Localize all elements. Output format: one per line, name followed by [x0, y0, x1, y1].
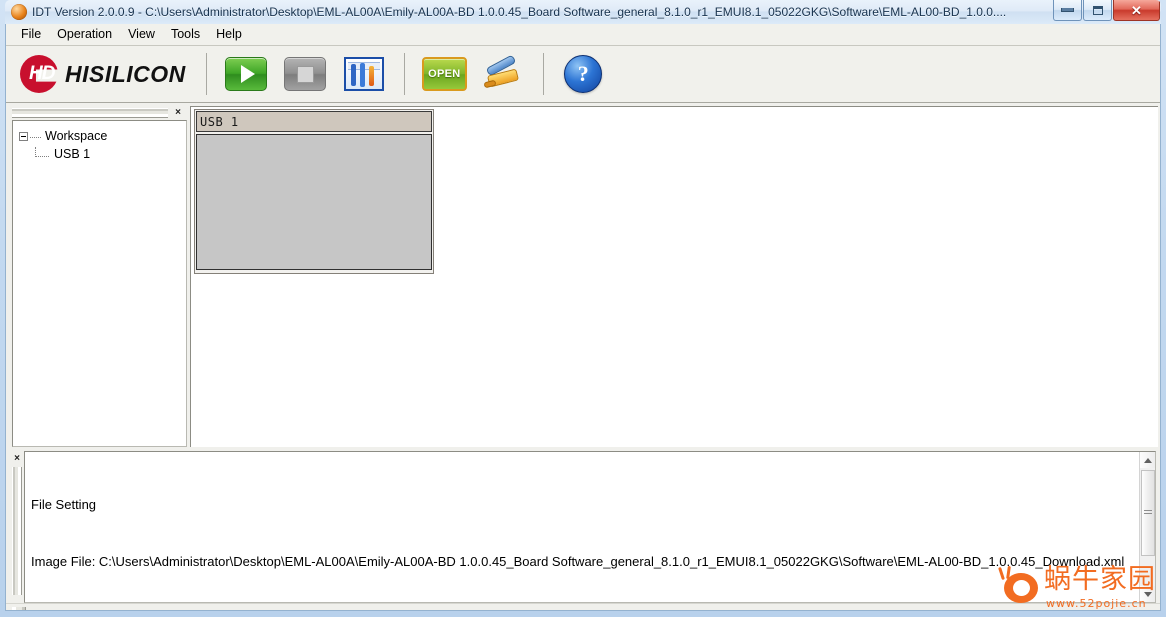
help-icon: ?: [564, 55, 603, 93]
settings-button[interactable]: [342, 55, 387, 93]
hisilicon-wordmark: HISILICON: [65, 60, 186, 87]
hisilicon-mark-icon: HD: [20, 55, 58, 93]
tree-node-workspace-label: Workspace: [45, 129, 108, 143]
menu-file[interactable]: File: [14, 25, 50, 44]
workspace-pane-grip[interactable]: [12, 108, 168, 118]
tree-connector-icon: [30, 136, 41, 138]
tool-bar: HD HISILICON OPEN ?: [6, 46, 1160, 103]
log-output[interactable]: File Setting Image File: C:\Users\Admini…: [24, 451, 1156, 603]
device-workspace: USB 1: [190, 106, 1158, 447]
status-bar-grip: [12, 607, 26, 610]
menu-help[interactable]: Help: [209, 25, 251, 44]
device-window-title: USB 1: [200, 114, 239, 129]
minimize-button[interactable]: [1053, 0, 1082, 21]
log-pane-grip[interactable]: [12, 467, 22, 595]
toolbar-separator-3: [542, 53, 544, 95]
title-bar: IDT Version 2.0.0.9 - C:\Users\Administr…: [5, 0, 1161, 24]
close-icon: ✕: [1131, 2, 1142, 18]
workspace-pane-caption: ×: [12, 106, 187, 120]
device-window-body[interactable]: [196, 134, 432, 270]
help-button[interactable]: ?: [561, 55, 606, 93]
open-button[interactable]: OPEN: [421, 55, 467, 93]
window-title: IDT Version 2.0.0.9 - C:\Users\Administr…: [32, 5, 1007, 19]
log-text: File Setting Image File: C:\Users\Admini…: [25, 452, 1135, 602]
client-area: File Operation View Tools Help HD HISILI…: [5, 24, 1161, 611]
grip-lines-icon: [1144, 510, 1152, 516]
menu-tools[interactable]: Tools: [164, 25, 209, 44]
device-window-usb1[interactable]: USB 1: [194, 109, 434, 274]
maximize-button[interactable]: [1083, 0, 1112, 21]
chevron-up-icon: [1144, 457, 1152, 463]
toolbar-separator-2: [403, 53, 405, 95]
application-window: IDT Version 2.0.0.9 - C:\Users\Administr…: [0, 0, 1166, 617]
stop-button[interactable]: [283, 55, 328, 93]
device-window-title-bar: USB 1: [196, 111, 432, 132]
toolbar-separator-1: [205, 53, 207, 95]
tree-branch-icon: [35, 146, 49, 157]
log-line-1: File Setting: [31, 497, 97, 512]
scroll-up-button[interactable]: [1140, 452, 1155, 468]
wrench-brush-icon: [483, 54, 523, 91]
menu-bar: File Operation View Tools Help: [6, 24, 1160, 46]
hisilicon-logo: HD HISILICON: [12, 55, 196, 93]
log-pane: × File Setting Image File: C:\Users\Admi…: [10, 451, 1156, 603]
menu-view[interactable]: View: [121, 25, 164, 44]
log-pane-close-icon[interactable]: ×: [14, 454, 20, 464]
main-area: × Workspace USB 1 USB 1: [6, 103, 1160, 451]
tree-node-usb1-label: USB 1: [54, 147, 91, 161]
options-button[interactable]: [481, 54, 526, 93]
log-line-2: Image File: C:\Users\Administrator\Deskt…: [31, 554, 1125, 569]
tools-window-icon: [344, 57, 385, 91]
maximize-icon: [1092, 5, 1103, 15]
tree-node-usb1[interactable]: USB 1: [19, 145, 186, 163]
menu-operation[interactable]: Operation: [50, 25, 121, 44]
chevron-down-icon: [1144, 591, 1152, 597]
workspace-pane-close-icon[interactable]: ×: [172, 107, 184, 119]
minimize-icon: [1061, 8, 1074, 12]
play-icon: [225, 57, 268, 91]
close-button[interactable]: ✕: [1113, 0, 1160, 21]
status-bar: [6, 603, 1160, 610]
workspace-tree[interactable]: Workspace USB 1: [12, 120, 187, 447]
help-button-label: ?: [577, 61, 589, 86]
app-icon: [11, 4, 27, 20]
workspace-pane: × Workspace USB 1: [12, 106, 187, 447]
open-icon: OPEN: [421, 57, 467, 91]
log-pane-caption: ×: [10, 451, 24, 603]
tree-node-workspace[interactable]: Workspace: [19, 127, 186, 145]
stop-icon: [284, 57, 327, 91]
scroll-down-button[interactable]: [1140, 586, 1155, 602]
caption-buttons: ✕: [1052, 0, 1160, 24]
scroll-thumb[interactable]: [1141, 470, 1155, 556]
open-button-label: OPEN: [428, 68, 461, 80]
start-button[interactable]: [224, 55, 269, 93]
log-vertical-scrollbar[interactable]: [1139, 452, 1155, 602]
collapse-toggle-icon[interactable]: [19, 131, 28, 141]
